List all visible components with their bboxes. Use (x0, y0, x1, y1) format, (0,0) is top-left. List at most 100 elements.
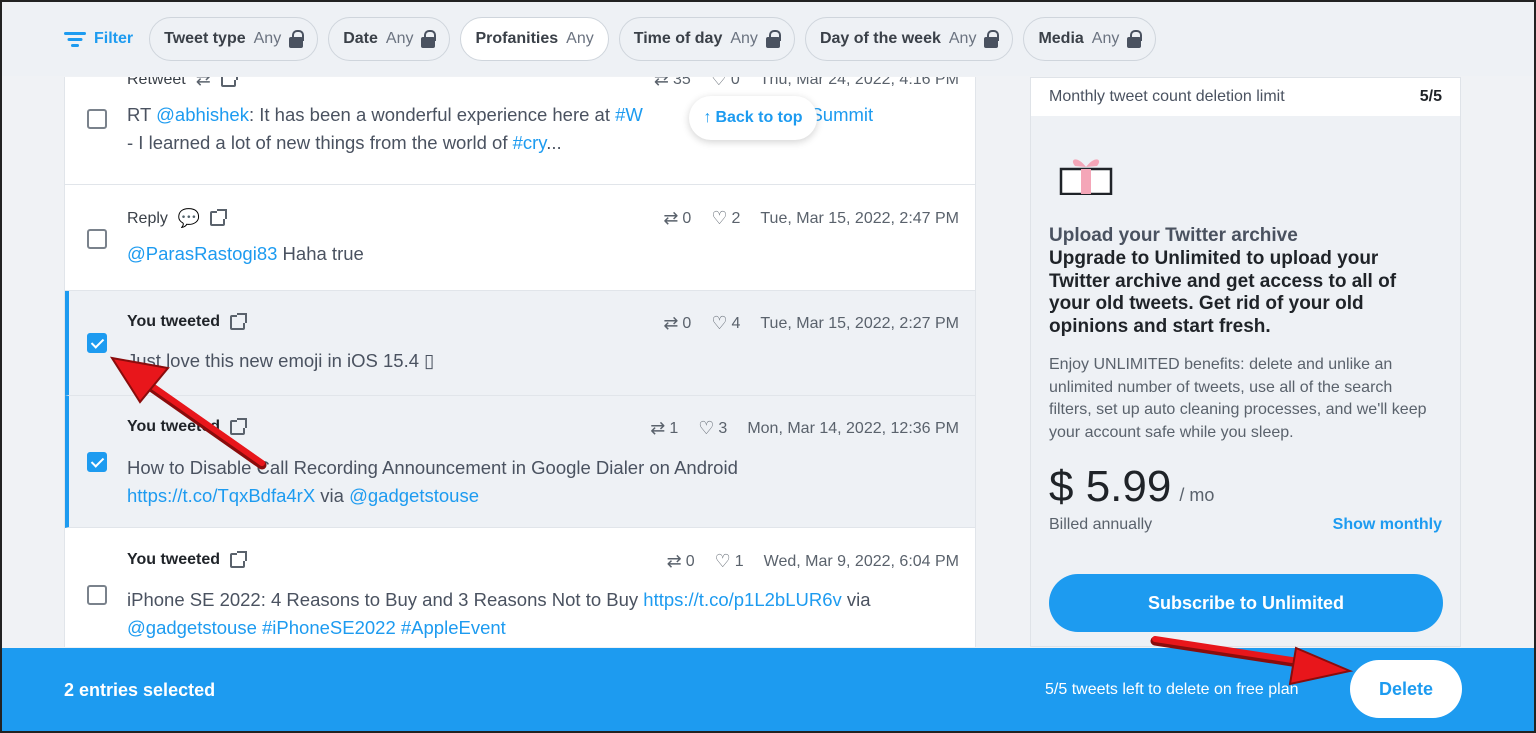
billing-note: Billed annually (1049, 516, 1153, 533)
mention-link[interactable]: @ParasRastogi83 (127, 243, 277, 264)
hashtag-link[interactable]: #iPhoneSE2022 (262, 617, 396, 638)
lock-icon (421, 30, 437, 48)
back-to-top-button[interactable]: ↑ Back to top (689, 96, 817, 140)
upgrade-panel: Monthly tweet count deletion limit 5/5 U… (1030, 77, 1461, 647)
tweet-text: iPhone SE 2022: 4 Reasons to Buy and 3 R… (127, 586, 949, 642)
retweet-count: 0 (685, 552, 695, 570)
retweet-icon: ⇄ (653, 77, 669, 89)
chip-value: Any (948, 30, 977, 47)
tweet-text: How to Disable Call Recording Announceme… (127, 454, 949, 510)
url-link[interactable]: https://t.co/p1L2bLUR6v (643, 589, 841, 610)
chip-value: Any (730, 30, 758, 47)
tweet-type: Reply (127, 209, 168, 227)
tweet-row: Retweet ⇄ ⇄ 35 ♡ 0 Thu, Mar 24, 2022, 4:16… (65, 77, 975, 185)
chip-profanities[interactable]: Profanities Any (460, 17, 609, 61)
upload-archive-subtitle: Upgrade to Unlimited to upload your Twit… (1049, 248, 1397, 337)
retweet-icon: ⇄ (663, 208, 679, 228)
retweet-count: 1 (669, 419, 679, 437)
hashtag-link[interactable]: #W (615, 104, 643, 125)
retweet-count: 0 (682, 314, 692, 332)
tweet-date: Mon, Mar 14, 2022, 12:36 PM (747, 419, 959, 437)
text-part: Just love this new emoji in iOS 15.4 ▯ (127, 350, 435, 371)
text-part: How to Disable Call Recording Announceme… (127, 457, 738, 478)
text-part: - I learned a lot of new things from the… (127, 132, 513, 153)
mention-link[interactable]: @abhishek (156, 104, 249, 125)
like-count: 0 (730, 77, 740, 88)
deletion-limit-row: Monthly tweet count deletion limit 5/5 (1031, 78, 1460, 116)
price-amount: $ 5.99 (1049, 462, 1172, 511)
mention-link[interactable]: @gadgetstouse (349, 485, 479, 506)
retweet-icon: ⇄ (195, 77, 211, 89)
external-link-icon[interactable] (220, 77, 238, 87)
price: $ 5.99 / mo (1049, 462, 1214, 512)
url-link[interactable]: https://t.co/TqxBdfa4rX (127, 485, 315, 506)
chip-label: Time of day (633, 30, 723, 47)
tweet-checkbox[interactable] (87, 109, 107, 129)
tweet-checkbox-checked[interactable] (87, 333, 107, 353)
filter-button[interactable]: Filter (64, 30, 133, 48)
chip-day-of-week[interactable]: Day of the week Any (804, 17, 1014, 61)
selection-action-bar: 2 entries selected 5/5 tweets left to de… (2, 648, 1534, 731)
chip-value: Any (385, 30, 414, 47)
like-count: 2 (731, 209, 741, 227)
lock-icon (1127, 30, 1143, 48)
filter-label: Filter (94, 30, 134, 47)
chip-label: Profanities (475, 30, 559, 47)
retweet-icon: ⇄ (650, 418, 666, 438)
show-monthly-link[interactable]: Show monthly (1333, 516, 1442, 534)
tweet-date: Wed, Mar 9, 2022, 6:04 PM (763, 552, 959, 570)
delete-button[interactable]: Delete (1350, 660, 1462, 718)
retweet-count: 35 (672, 77, 691, 88)
gift-icon (1059, 159, 1113, 195)
tweet-type: Retweet (127, 77, 186, 88)
like-count: 4 (731, 314, 741, 332)
chip-value: Any (1091, 30, 1120, 47)
lock-icon (984, 30, 1000, 48)
external-link-icon[interactable] (230, 550, 248, 568)
external-link-icon[interactable] (210, 209, 228, 226)
filter-icon (64, 31, 86, 47)
heart-icon: ♡ (711, 208, 728, 228)
text-part: Haha true (277, 243, 364, 264)
lock-icon (765, 30, 781, 48)
subscribe-button[interactable]: Subscribe to Unlimited (1049, 574, 1443, 632)
external-link-icon[interactable] (230, 417, 248, 435)
tweet-checkbox-checked[interactable] (87, 452, 107, 472)
tweet-row-selected: You tweeted ⇄ 1 ♡ 3 Mon, Mar 14, 2022, 12:… (65, 396, 975, 528)
unlimited-benefits-text: Enjoy UNLIMITED benefits: delete and unl… (1049, 356, 1427, 441)
like-count: 3 (718, 419, 728, 437)
mention-link[interactable]: @gadgetstouse (127, 617, 257, 638)
tweet-text: Just love this new emoji in iOS 15.4 ▯ (127, 347, 949, 375)
text-part: : It has been a wonderful experience her… (248, 104, 616, 125)
tweet-date: Thu, Mar 24, 2022, 4:16 PM (759, 77, 959, 88)
hashtag-link[interactable]: #cry (513, 132, 547, 153)
filter-bar: Filter Tweet type Any Date Any Profaniti… (2, 2, 1534, 76)
tweet-row-selected: You tweeted ⇄ 0 ♡ 4 Tue, Mar 15, 2022, 2:2… (65, 291, 975, 396)
text-part: RT (127, 104, 157, 125)
retweet-icon: ⇄ (663, 313, 679, 333)
tweet-date: Tue, Mar 15, 2022, 2:27 PM (760, 314, 959, 332)
tweet-checkbox[interactable] (87, 229, 107, 249)
tweet-date: Tue, Mar 15, 2022, 2:47 PM (760, 209, 959, 227)
heart-icon: ♡ (698, 418, 715, 438)
chip-media[interactable]: Media Any (1023, 17, 1157, 61)
text-part: ... (546, 132, 562, 153)
tweet-list: Retweet ⇄ ⇄ 35 ♡ 0 Thu, Mar 24, 2022, 4:16… (64, 77, 976, 647)
heart-icon: ♡ (710, 77, 727, 89)
chip-label: Tweet type (164, 30, 246, 47)
chip-value: Any (566, 30, 594, 47)
external-link-icon[interactable] (230, 312, 248, 330)
tweet-text: @ParasRastogi83 Haha true (127, 240, 949, 268)
chip-tweet-type[interactable]: Tweet type Any (149, 17, 319, 61)
like-count: 1 (734, 552, 744, 570)
text-part: via (841, 589, 871, 610)
chip-date[interactable]: Date Any (328, 17, 451, 61)
chip-time-of-day[interactable]: Time of day Any (618, 17, 795, 61)
hashtag-link[interactable]: #AppleEvent (401, 617, 506, 638)
tweet-row: You tweeted ⇄ 0 ♡ 1 Wed, Mar 9, 2022, 6:04… (65, 528, 975, 647)
heart-icon: ♡ (711, 313, 728, 333)
heart-icon: ♡ (714, 551, 731, 571)
tweet-checkbox[interactable] (87, 585, 107, 605)
tweet-type: You tweeted (127, 313, 221, 330)
tweets-left-note: 5/5 tweets left to delete on free plan (1045, 681, 1299, 698)
